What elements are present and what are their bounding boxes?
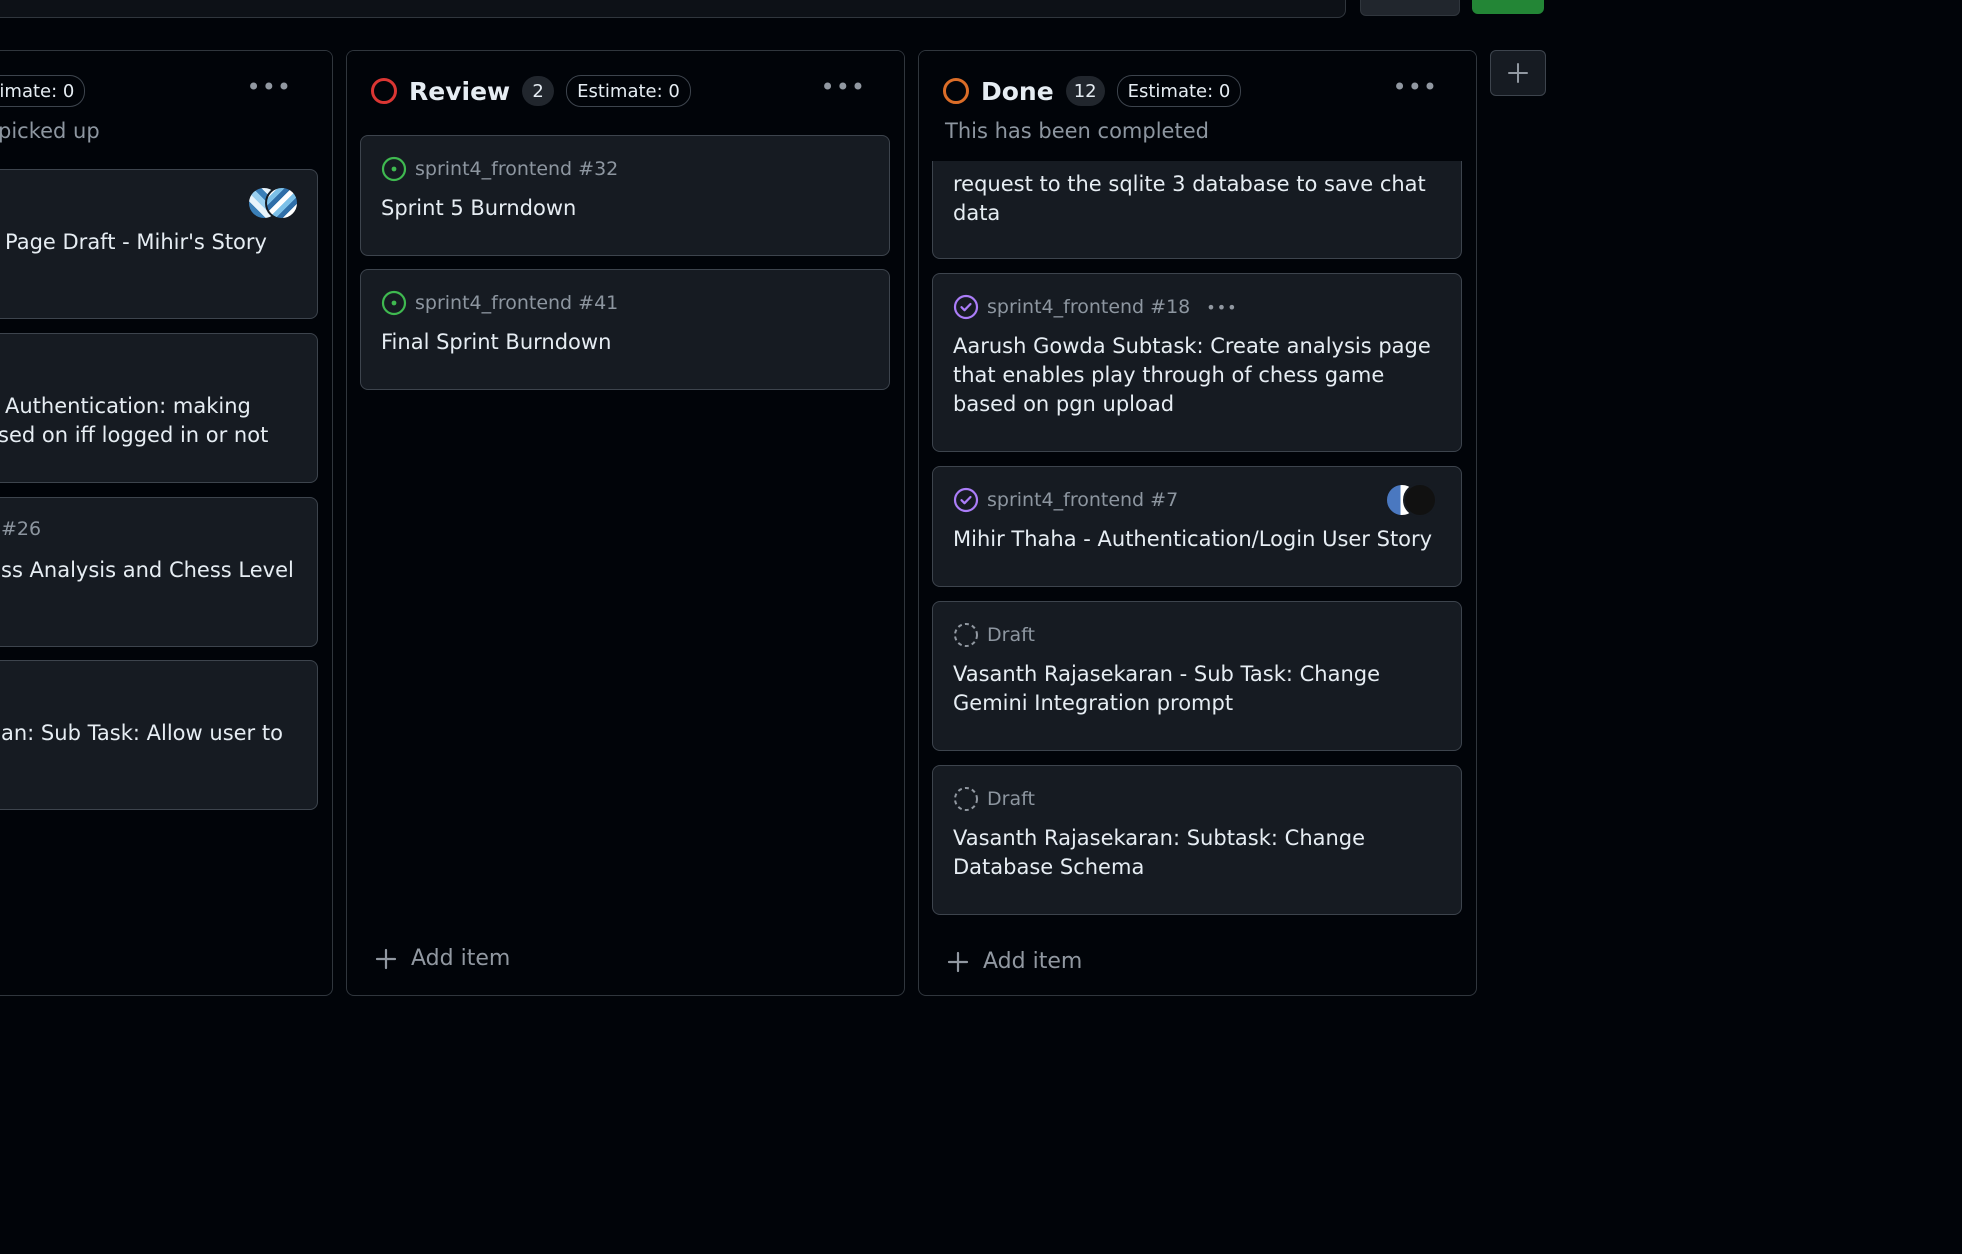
card-meta: sprint4_frontend #18 ••• xyxy=(953,294,1238,320)
kebab-menu-icon: ••• xyxy=(820,73,866,101)
kebab-menu-icon[interactable]: ••• xyxy=(1206,298,1237,317)
card-title[interactable]: Sprint 5 Burndown xyxy=(381,194,871,223)
avatar xyxy=(1403,483,1437,517)
board-card[interactable]: Draft Vasanth Rajasekaran - Sub Task: Ch… xyxy=(932,601,1462,751)
card-title[interactable]: ss Analysis and Chess Level xyxy=(1,556,299,585)
open-issue-icon xyxy=(381,156,407,182)
card-title[interactable]: Mihir Thaha - Authentication/Login User … xyxy=(953,525,1443,554)
closed-issue-icon xyxy=(953,487,979,513)
column-menu-button[interactable]: ••• xyxy=(821,73,866,101)
item-count-badge: 12 xyxy=(1065,76,1105,106)
issue-number: #26 xyxy=(1,518,42,540)
assignee-avatars xyxy=(247,186,299,220)
status-orange-icon xyxy=(943,78,969,104)
plus-icon xyxy=(375,948,397,970)
column-in-progress: stimate: 0 picked up ••• Page Draft - Mi… xyxy=(0,50,333,996)
column-header: stimate: 0 picked up ••• xyxy=(0,51,332,161)
card-meta: sprint4_frontend #32 xyxy=(381,156,618,182)
column-name: Done xyxy=(981,76,1054,106)
column-description: picked up xyxy=(0,119,100,143)
plus-icon xyxy=(1507,62,1529,84)
assignee-avatars xyxy=(1385,483,1437,517)
card-title[interactable]: Aarush Gowda Subtask: Create analysis pa… xyxy=(953,332,1443,419)
card-title[interactable]: Page Draft - Mihir's Story xyxy=(5,228,299,257)
plus-icon xyxy=(947,951,969,973)
draft-issue-icon xyxy=(953,622,979,648)
kebab-menu-icon: ••• xyxy=(246,73,292,101)
issue-reference[interactable]: sprint4_frontend #32 xyxy=(415,158,618,180)
card-meta: sprint4_frontend #41 xyxy=(381,290,618,316)
board-card[interactable]: sprint4_frontend #7 Mihir Thaha - Authen… xyxy=(932,466,1462,587)
issue-reference[interactable]: sprint4_frontend #18 xyxy=(987,296,1190,318)
column-review: Review 2 Estimate: 0 ••• sprint4_fronten… xyxy=(346,50,905,996)
estimate-badge: Estimate: 0 xyxy=(566,75,691,107)
add-item-label: Add item xyxy=(983,949,1083,974)
card-title[interactable]: Final Sprint Burndown xyxy=(381,328,871,357)
card-title-line[interactable]: Authentication: making xyxy=(5,392,299,421)
add-item-label: Add item xyxy=(411,946,511,971)
avatar xyxy=(265,186,299,220)
card-title[interactable]: request to the sqlite 3 database to save… xyxy=(953,170,1443,228)
draft-label: Draft xyxy=(987,624,1035,646)
column-done: Done 12 Estimate: 0 This has been comple… xyxy=(918,50,1477,996)
card-meta: #26 xyxy=(1,518,41,540)
column-name: Review xyxy=(409,76,511,106)
column-title-row: Done 12 Estimate: 0 xyxy=(943,75,1242,107)
card-meta: Draft xyxy=(953,622,1035,648)
add-item-button[interactable]: Add item xyxy=(947,949,1082,974)
column-header: Done 12 Estimate: 0 This has been comple… xyxy=(919,51,1476,161)
primary-action-button[interactable] xyxy=(1472,0,1544,14)
board-card[interactable]: an: Sub Task: Allow user to xyxy=(0,660,318,810)
board-card[interactable]: Authentication: making sed on iff logged… xyxy=(0,333,318,483)
board-card[interactable]: #26 ss Analysis and Chess Level xyxy=(0,497,318,647)
item-count-badge: 2 xyxy=(522,76,555,106)
kebab-menu-icon: ••• xyxy=(1392,73,1438,101)
view-options-button[interactable] xyxy=(1360,0,1460,16)
issue-reference[interactable]: sprint4_frontend #7 xyxy=(987,489,1178,511)
column-menu-button[interactable]: ••• xyxy=(247,73,292,101)
filter-bar[interactable] xyxy=(0,0,1346,18)
draft-issue-icon xyxy=(953,786,979,812)
status-red-icon xyxy=(371,78,397,104)
card-title-line[interactable]: sed on iff logged in or not xyxy=(0,421,299,450)
card-title[interactable]: Vasanth Rajasekaran - Sub Task: Change G… xyxy=(953,660,1443,718)
column-menu-button[interactable]: ••• xyxy=(1393,73,1438,101)
board-card[interactable]: sprint4_frontend #18 ••• Aarush Gowda Su… xyxy=(932,273,1462,452)
board-card[interactable]: Draft Vasanth Rajasekaran: Subtask: Chan… xyxy=(932,765,1462,915)
card-meta: sprint4_frontend #7 xyxy=(953,487,1178,513)
draft-label: Draft xyxy=(987,788,1035,810)
card-title[interactable]: an: Sub Task: Allow user to xyxy=(1,719,299,748)
add-item-button[interactable]: Add item xyxy=(375,946,510,971)
estimate-badge: stimate: 0 xyxy=(0,75,86,107)
add-column-button[interactable] xyxy=(1490,50,1546,96)
closed-issue-icon xyxy=(953,294,979,320)
card-meta: Draft xyxy=(953,786,1035,812)
board-card[interactable]: Page Draft - Mihir's Story xyxy=(0,169,318,319)
board-card[interactable]: sprint4_frontend #32 Sprint 5 Burndown xyxy=(360,135,890,256)
estimate-badge: Estimate: 0 xyxy=(1116,75,1242,107)
open-issue-icon xyxy=(381,290,407,316)
card-title[interactable]: Vasanth Rajasekaran: Subtask: Change Dat… xyxy=(953,824,1443,882)
column-description: This has been completed xyxy=(945,119,1209,143)
board-card[interactable]: sprint4_frontend #41 Final Sprint Burndo… xyxy=(360,269,890,390)
issue-reference[interactable]: sprint4_frontend #41 xyxy=(415,292,618,314)
column-title-row: Review 2 Estimate: 0 xyxy=(371,75,691,107)
